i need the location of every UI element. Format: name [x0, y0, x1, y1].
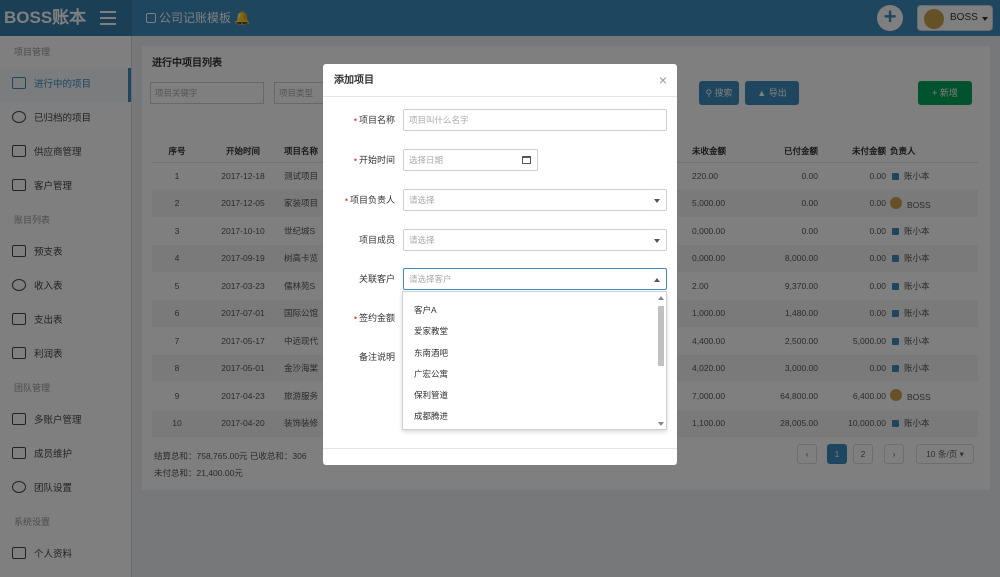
owner-select[interactable]: 请选择 — [403, 189, 667, 211]
required-marker: • — [353, 313, 357, 323]
required-marker: • — [353, 115, 357, 125]
scroll-up-icon[interactable] — [658, 296, 664, 300]
members-placeholder: 请选择 — [409, 235, 435, 245]
client-option[interactable]: 保利管道 — [403, 385, 666, 406]
date-label: 开始时间 — [358, 155, 395, 165]
field-label: • 项目名称 — [323, 109, 395, 131]
client-placeholder: 请选择客户 — [409, 274, 452, 284]
field-label: • 开始时间 — [323, 149, 395, 171]
client-option[interactable]: 广宏公寓 — [403, 364, 666, 385]
close-icon[interactable]: × — [659, 64, 667, 97]
required-marker: • — [344, 195, 348, 205]
modal-header: 添加项目 × — [323, 64, 677, 97]
required-marker: • — [353, 155, 357, 165]
members-select[interactable]: 请选择 — [403, 229, 667, 251]
client-option[interactable]: 成都腾进 — [403, 406, 666, 427]
start-date-picker[interactable]: 选择日期 — [403, 149, 538, 171]
project-name-input[interactable]: 项目叫什么名字 — [403, 109, 667, 131]
dropdown-scrollbar[interactable] — [657, 296, 664, 426]
chevron-down-icon — [654, 239, 660, 243]
client-option[interactable]: 客户A — [403, 300, 666, 321]
field-label: 备注说明 — [358, 352, 395, 362]
name-label: 项目名称 — [358, 115, 395, 125]
date-placeholder: 选择日期 — [409, 155, 444, 165]
modal-footer-divider — [323, 448, 677, 449]
amount-label: 签约金额 — [358, 313, 395, 323]
field-row-date: • 开始时间 选择日期 — [323, 149, 677, 171]
client-dropdown: 客户A 爱家教堂 东南酒吧 广宏公寓 保利管道 成都腾进 — [402, 291, 667, 430]
modal-title: 添加项目 — [334, 75, 374, 86]
client-option[interactable]: 东南酒吧 — [403, 343, 666, 364]
field-label: 项目成员 — [358, 235, 395, 245]
chevron-down-icon — [654, 199, 660, 203]
field-row-owner: • 项目负责人 请选择 — [323, 189, 677, 211]
field-row-client: 关联客户 请选择客户 — [323, 268, 677, 290]
field-label: • 签约金额 — [323, 307, 395, 329]
chevron-up-icon — [654, 278, 660, 282]
calendar-icon — [522, 156, 531, 164]
field-label: 关联客户 — [358, 274, 395, 284]
field-label: • 项目负责人 — [323, 189, 395, 211]
client-select[interactable]: 请选择客户 — [403, 268, 667, 290]
dropdown-top-padding — [403, 292, 666, 300]
scroll-down-icon[interactable] — [658, 422, 664, 426]
scroll-thumb[interactable] — [658, 306, 664, 366]
client-option[interactable]: 爱家教堂 — [403, 321, 666, 342]
field-row-members: 项目成员 请选择 — [323, 229, 677, 251]
field-row-name: • 项目名称 项目叫什么名字 — [323, 109, 677, 131]
owner-placeholder: 请选择 — [409, 195, 435, 205]
owner-label: 项目负责人 — [349, 195, 395, 205]
